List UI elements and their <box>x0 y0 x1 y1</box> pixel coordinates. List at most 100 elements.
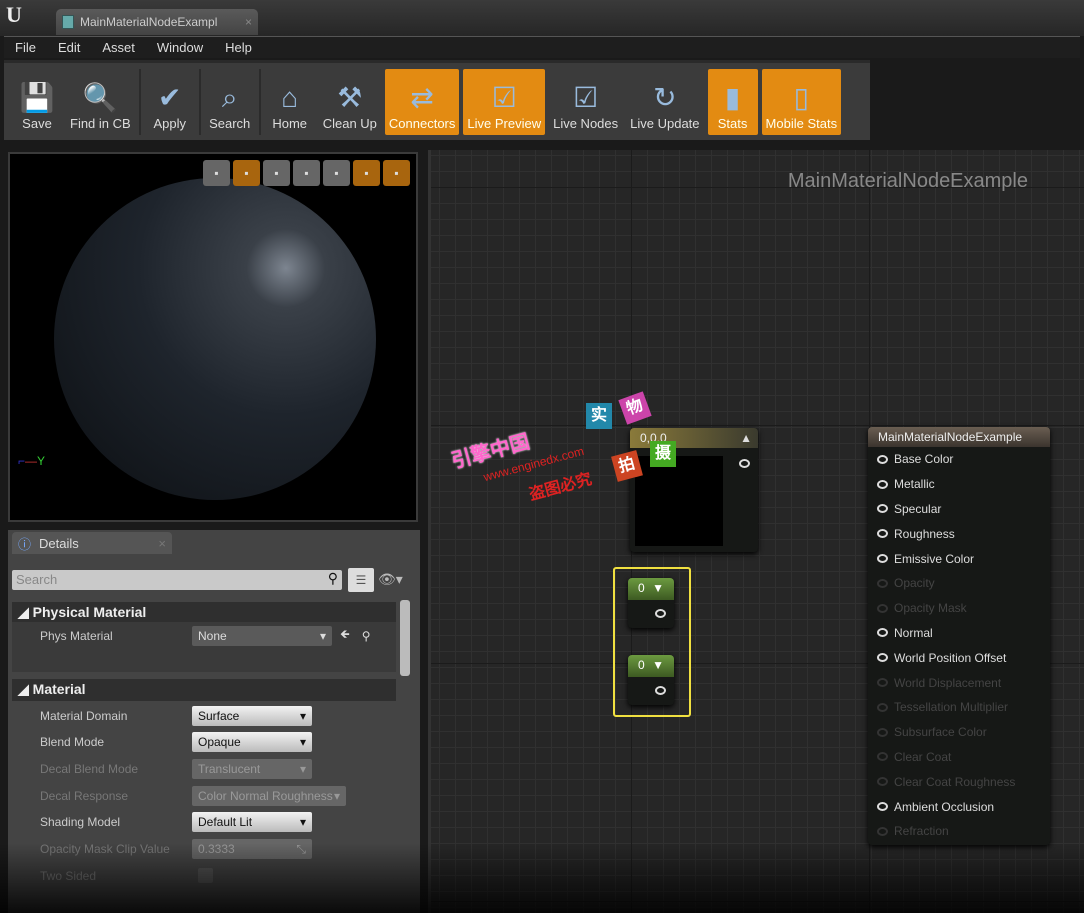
input-pin[interactable] <box>877 529 888 539</box>
toolbar-button-label: Save <box>22 115 52 131</box>
material-input-world-position-offset[interactable]: World Position Offset <box>868 645 1050 670</box>
output-pin[interactable] <box>655 609 666 618</box>
toolbar-button-save[interactable]: 💾 Save <box>12 69 62 135</box>
input-pin[interactable] <box>877 504 888 514</box>
unreal-logo[interactable]: U <box>6 2 22 28</box>
use-selected-arrow-icon[interactable]: 🡸 <box>340 625 350 646</box>
toolbar-button-mobile-stats[interactable]: ▯ Mobile Stats <box>761 68 842 135</box>
property-row: Shading Model Default Lit ▾ <box>12 809 396 836</box>
collapse-triangle-icon[interactable]: ▲ <box>740 431 752 445</box>
menu-asset[interactable]: Asset <box>91 40 146 55</box>
visibility-eye-icon[interactable]: 👁▾ <box>378 571 403 588</box>
two-sided-checkbox[interactable] <box>198 868 213 884</box>
toolbar-button-apply[interactable]: ✔ Apply <box>145 69 195 135</box>
expand-arrow-icon[interactable]: ▼ <box>652 581 664 597</box>
material-input-clear-coat-roughness[interactable]: Clear Coat Roughness <box>868 769 1050 794</box>
material-input-tessellation-multiplier[interactable]: Tessellation Multiplier <box>868 695 1050 720</box>
input-pin[interactable] <box>877 727 888 737</box>
toolbar-button-home[interactable]: ⌂ Home <box>265 69 315 135</box>
input-pin[interactable] <box>877 578 888 588</box>
output-pin[interactable] <box>655 686 666 695</box>
menu-bar: File Edit Asset Window Help <box>4 36 1080 58</box>
cube-icon[interactable]: ▪ <box>293 160 320 186</box>
input-pin[interactable] <box>877 678 888 688</box>
property-dropdown[interactable]: 0.3333 ⤡ <box>192 839 312 859</box>
sphere-icon[interactable]: ▪ <box>233 160 260 186</box>
input-pin[interactable] <box>877 826 888 836</box>
property-row: Blend Mode Opaque ▾ <box>12 729 396 756</box>
category-label: Material <box>32 681 86 697</box>
toolbar-button-find-in-cb[interactable]: 🔍 Find in CB <box>66 69 135 135</box>
output-pin[interactable] <box>739 459 750 468</box>
constant-node[interactable]: 0 ▼ <box>628 578 674 628</box>
toolbar-button-live-preview[interactable]: ☑ Live Preview <box>463 68 546 135</box>
menu-file[interactable]: File <box>4 40 47 55</box>
grid-icon[interactable]: ▪ <box>353 160 380 186</box>
property-dropdown[interactable]: Opaque ▾ <box>192 732 312 753</box>
material-input-clear-coat[interactable]: Clear Coat <box>868 745 1050 770</box>
broom-icon: ⚒ <box>337 81 363 113</box>
phys-material-dropdown[interactable]: None ▾ <box>192 625 332 646</box>
input-pin[interactable] <box>877 554 888 564</box>
material-input-world-displacement[interactable]: World Displacement <box>868 670 1050 695</box>
input-label: Clear Coat <box>894 749 952 764</box>
material-input-normal[interactable]: Normal <box>868 621 1050 646</box>
toolbar-button-clean-up[interactable]: ⚒ Clean Up <box>319 69 381 135</box>
details-search-input[interactable]: Search ⚲ <box>12 570 342 590</box>
close-details-icon[interactable]: × <box>158 536 166 551</box>
input-pin[interactable] <box>877 479 888 489</box>
category-physical-material[interactable]: ◢ Physical Material <box>12 602 396 624</box>
menu-window[interactable]: Window <box>146 40 214 55</box>
property-dropdown[interactable]: Translucent ▾ <box>192 758 312 779</box>
view-options-list-icon[interactable]: ☰ <box>348 568 374 592</box>
material-input-refraction[interactable]: Refraction <box>868 819 1050 844</box>
toolbar-button-search[interactable]: ⌕ Search <box>205 69 255 135</box>
material-input-base-color[interactable]: Base Color <box>868 447 1050 472</box>
input-pin[interactable] <box>877 752 888 762</box>
input-pin[interactable] <box>877 454 888 464</box>
main-material-node[interactable]: MainMaterialNodeExample Base Color Metall… <box>868 427 1050 845</box>
input-pin[interactable] <box>877 777 888 787</box>
cylinder-icon[interactable]: ▪ <box>203 160 230 186</box>
material-input-subsurface-color[interactable]: Subsurface Color <box>868 720 1050 745</box>
material-input-emissive-color[interactable]: Emissive Color <box>868 546 1050 571</box>
input-pin[interactable] <box>877 702 888 712</box>
property-row: Opacity Mask Clip Value 0.3333 ⤡ <box>12 836 396 863</box>
material-input-opacity-mask[interactable]: Opacity Mask <box>868 596 1050 621</box>
input-pin[interactable] <box>877 628 888 638</box>
watermark-badge: 拍 <box>611 450 643 482</box>
expand-arrow-icon[interactable]: ▼ <box>652 658 664 674</box>
save-icon: 💾 <box>19 81 55 113</box>
input-pin[interactable] <box>877 653 888 663</box>
details-scrollbar[interactable] <box>400 600 410 676</box>
menu-edit[interactable]: Edit <box>47 40 91 55</box>
preview-viewport[interactable]: ▪ ▪ ▪ ▪ ▪ ▪ ▪ ⌐—Y <box>8 152 418 522</box>
constant-node[interactable]: 0 ▼ <box>628 655 674 705</box>
toolbar-button-live-nodes[interactable]: ☑ Live Nodes <box>549 69 622 135</box>
close-tab-icon[interactable]: × <box>245 15 252 29</box>
details-tab[interactable]: ⓘ Details × <box>12 532 172 554</box>
document-tab[interactable]: MainMaterialNodeExampl × <box>56 9 258 35</box>
property-dropdown[interactable]: Color Normal Roughness ▾ <box>192 785 346 806</box>
dropdown-arrow-icon: ▾ <box>333 788 340 803</box>
category-material[interactable]: ◢ Material <box>12 679 396 701</box>
material-input-opacity[interactable]: Opacity <box>868 571 1050 596</box>
input-pin[interactable] <box>877 603 888 613</box>
mesh-icon[interactable]: ▪ <box>323 160 350 186</box>
menu-help[interactable]: Help <box>214 40 263 55</box>
material-input-ambient-occlusion[interactable]: Ambient Occlusion <box>868 794 1050 819</box>
material-input-roughness[interactable]: Roughness <box>868 521 1050 546</box>
input-pin[interactable] <box>877 802 888 812</box>
toolbar-button-stats[interactable]: ▮ Stats <box>707 68 758 135</box>
property-dropdown[interactable]: Surface ▾ <box>192 705 312 726</box>
material-input-metallic[interactable]: Metallic <box>868 472 1050 497</box>
material-input-specular[interactable]: Specular <box>868 497 1050 522</box>
realtime-icon[interactable]: ▪ <box>383 160 410 186</box>
toolbar-button-connectors[interactable]: ⇄ Connectors <box>384 68 460 135</box>
browse-icon[interactable]: ⚲ <box>362 629 371 643</box>
plane-icon[interactable]: ▪ <box>263 160 290 186</box>
toolbar-button-live-update[interactable]: ↻ Live Update <box>626 69 703 135</box>
toolbar-button-label: Home <box>272 115 308 131</box>
property-dropdown[interactable]: Default Lit ▾ <box>192 812 312 833</box>
input-label: Subsurface Color <box>894 725 987 740</box>
